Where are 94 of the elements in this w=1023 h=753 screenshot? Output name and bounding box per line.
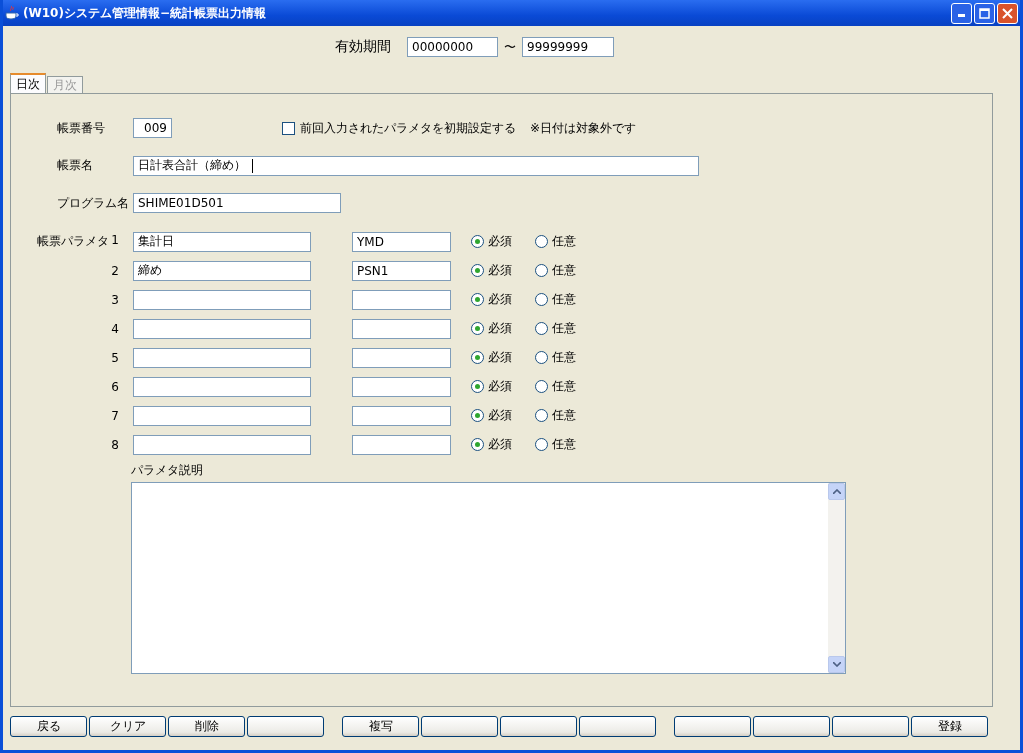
input-field[interactable]	[352, 405, 451, 426]
field-label: 帳票名	[56, 157, 94, 174]
blank-button[interactable]	[421, 716, 498, 737]
field-label: 有効期間	[335, 38, 391, 56]
coffee-cup-icon	[5, 5, 19, 21]
field-label: 帳票番号	[56, 119, 106, 137]
radio-button[interactable]	[535, 351, 548, 364]
radio-label: 必須	[488, 320, 512, 337]
input-field[interactable]: 日計表合計（締め）	[133, 155, 699, 176]
radio-label: 必須	[488, 291, 512, 308]
radio-label: 必須	[488, 349, 512, 366]
radio-label: 必須	[488, 378, 512, 395]
input-field[interactable]	[133, 434, 311, 455]
blank-button[interactable]	[674, 716, 751, 737]
input-field[interactable]	[133, 376, 311, 397]
input-field[interactable]: 締め	[133, 260, 311, 281]
input-field[interactable]	[352, 318, 451, 339]
radio-button[interactable]	[535, 235, 548, 248]
input-field[interactable]: PSN1	[352, 260, 451, 281]
parameter-number: 5	[111, 350, 119, 365]
scroll-up-icon[interactable]	[828, 483, 845, 500]
minimize-button[interactable]	[951, 2, 972, 24]
radio-label: 必須	[488, 436, 512, 453]
input-field[interactable]	[133, 318, 311, 339]
field-label: 帳票パラメタ	[37, 233, 110, 250]
action-button[interactable]: 戻る	[10, 716, 87, 737]
radio-button[interactable]	[535, 264, 548, 277]
input-field[interactable]	[133, 347, 311, 368]
input-field[interactable]	[352, 289, 451, 310]
input-field[interactable]: YMD	[352, 231, 451, 252]
input-field[interactable]: 009	[133, 118, 172, 138]
input-field[interactable]: SHIME01D501	[133, 193, 341, 213]
action-button[interactable]: 削除	[168, 716, 245, 737]
input-field[interactable]	[133, 289, 311, 310]
radio-label: 任意	[552, 262, 576, 279]
parameter-number: 6	[111, 379, 119, 394]
radio-button[interactable]	[471, 438, 484, 451]
parameter-number: 3	[111, 292, 119, 307]
checkbox-label: 前回入力されたパラメタを初期設定する	[300, 119, 516, 137]
radio-button[interactable]	[471, 380, 484, 393]
scrollbar[interactable]	[828, 483, 845, 673]
radio-button[interactable]	[471, 351, 484, 364]
note-text: ※日付は対象外です	[530, 119, 637, 137]
radio-button[interactable]	[535, 380, 548, 393]
radio-button[interactable]	[535, 409, 548, 422]
radio-label: 必須	[488, 407, 512, 424]
blank-button[interactable]	[247, 716, 324, 737]
radio-button[interactable]	[471, 235, 484, 248]
input-field[interactable]	[352, 347, 451, 368]
scroll-down-icon[interactable]	[828, 656, 845, 673]
radio-button[interactable]	[471, 293, 484, 306]
radio-button[interactable]	[471, 264, 484, 277]
input-field[interactable]	[352, 434, 451, 455]
close-icon	[1002, 7, 1013, 19]
input-field[interactable]	[133, 405, 311, 426]
input-field[interactable]: 99999999	[522, 37, 614, 57]
radio-label: 任意	[552, 407, 576, 424]
blank-button[interactable]	[579, 716, 656, 737]
blank-button[interactable]	[832, 716, 909, 737]
radio-label: 任意	[552, 320, 576, 337]
checkbox[interactable]	[282, 121, 295, 135]
parameter-number: 1	[111, 233, 119, 249]
blank-button[interactable]	[753, 716, 830, 737]
window-title: (W10)システム管理情報−統計帳票出力情報	[23, 4, 267, 22]
radio-label: 任意	[552, 233, 576, 250]
radio-label: 任意	[552, 378, 576, 395]
parameter-number: 7	[111, 408, 119, 423]
blank-button[interactable]	[500, 716, 577, 737]
action-button[interactable]: 登録	[911, 716, 988, 737]
close-button[interactable]	[997, 2, 1018, 24]
parameter-number: 4	[111, 321, 119, 336]
parameter-number: 2	[111, 263, 119, 278]
maximize-button[interactable]	[974, 2, 995, 24]
radio-button[interactable]	[535, 322, 548, 335]
action-button[interactable]: 複写	[342, 716, 419, 737]
radio-label: 必須	[488, 233, 512, 250]
radio-label: 任意	[552, 349, 576, 366]
radio-label: 任意	[552, 291, 576, 308]
radio-label: 任意	[552, 436, 576, 453]
input-field[interactable]	[352, 376, 451, 397]
radio-button[interactable]	[471, 409, 484, 422]
input-field[interactable]: 00000000	[407, 37, 498, 57]
input-field[interactable]: 集計日	[133, 231, 311, 252]
radio-label: 必須	[488, 262, 512, 279]
field-label: パラメタ説明	[131, 461, 203, 479]
tab[interactable]: 日次	[10, 73, 46, 93]
radio-button[interactable]	[471, 322, 484, 335]
maximize-icon	[979, 7, 990, 19]
parameter-number: 8	[111, 437, 119, 452]
radio-button[interactable]	[535, 293, 548, 306]
radio-button[interactable]	[535, 438, 548, 451]
field-label: プログラム名	[56, 194, 130, 212]
range-separator: 〜	[504, 38, 516, 56]
action-button[interactable]: クリア	[89, 716, 166, 737]
